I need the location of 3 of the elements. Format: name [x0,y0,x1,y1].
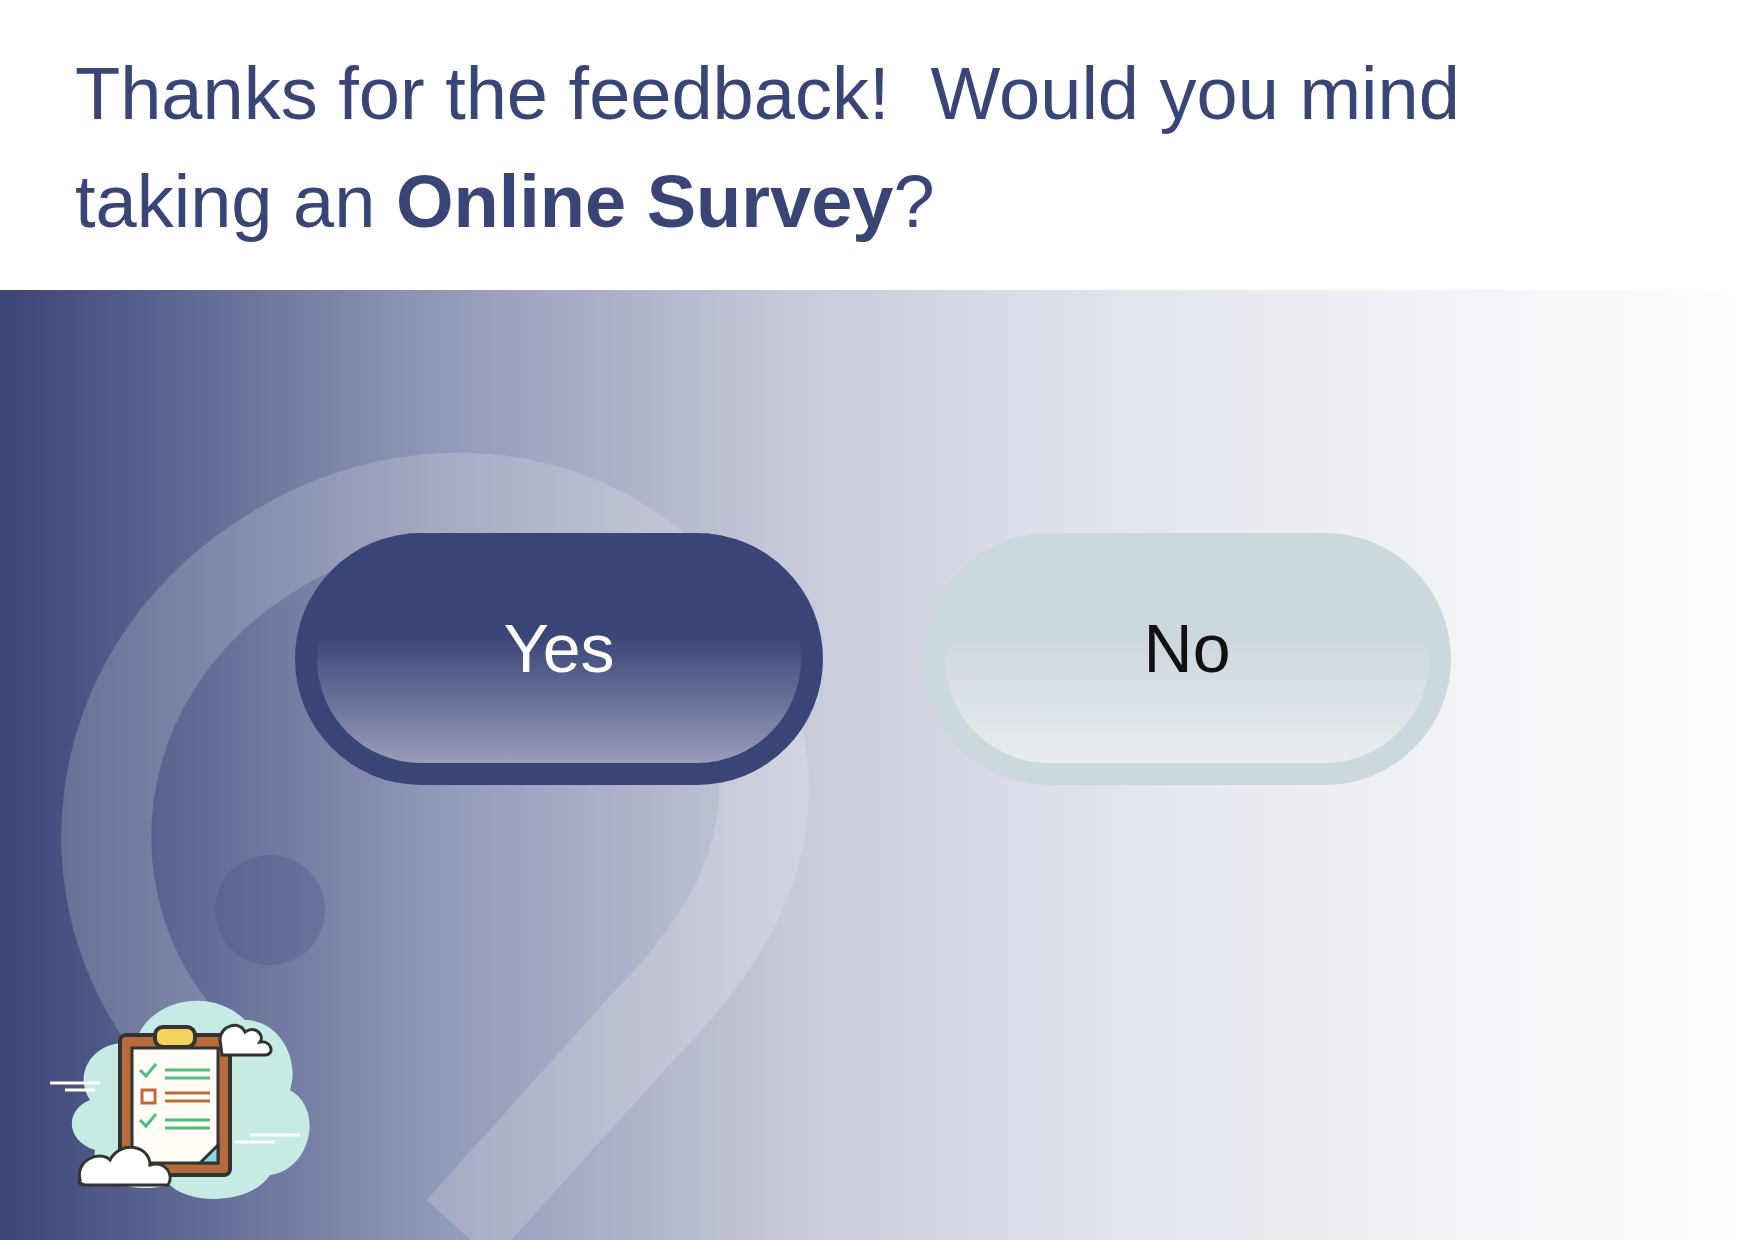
yes-button[interactable]: Yes [295,533,823,785]
no-button[interactable]: No [923,533,1451,785]
survey-question: Thanks for the feedback! Would you mind taking an Online Survey? [75,51,1461,245]
